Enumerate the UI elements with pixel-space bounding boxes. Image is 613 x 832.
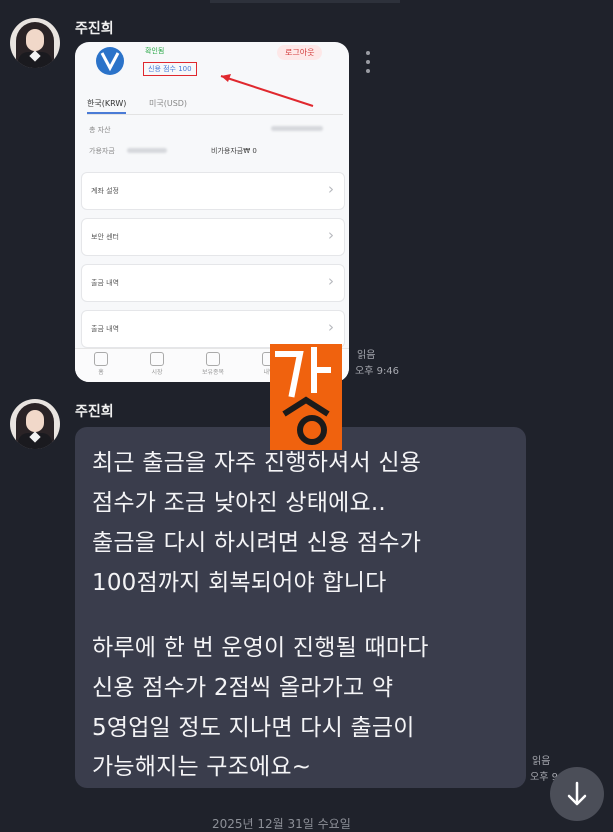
menu-withdraw-history: 출금 내역 › [81, 264, 345, 302]
sender-name: 주진희 [75, 404, 114, 420]
available-funds-label: 가용자금 [89, 147, 115, 155]
sender-name: 주진희 [75, 21, 114, 37]
menu-withdraw-history-2: 출금 내역 › [81, 310, 345, 348]
chevron-right-icon: › [328, 318, 334, 336]
home-icon [94, 352, 108, 366]
arrow-down-icon [567, 781, 587, 806]
currency-tabs: 한국(KRW) 미국(USD) [87, 98, 343, 115]
date-divider: 2025년 12월 31일 수요일 [212, 817, 351, 831]
verified-badge: 확인됨 [145, 47, 165, 55]
message-line: 최근 출금을 자주 진행하셔서 신용 [92, 450, 422, 476]
message-time: 오후 9:46 [355, 366, 400, 377]
chart-icon [150, 352, 164, 366]
message-line: 신용 점수가 2점씩 올라가고 약 [92, 675, 394, 701]
sender-avatar[interactable] [10, 18, 60, 68]
tab-usd: 미국(USD) [149, 99, 188, 108]
non-available-funds: 비가용자금₩ 0 [211, 147, 257, 155]
nav-market: 시장 [137, 352, 177, 376]
chevron-right-icon: › [328, 180, 334, 198]
top-divider [210, 0, 400, 3]
watermark-logo [270, 344, 342, 450]
tab-krw: 한국(KRW) [87, 98, 127, 114]
read-receipt: 읽음 [532, 756, 551, 767]
scroll-to-bottom-button[interactable] [550, 767, 604, 821]
sender-avatar[interactable] [10, 399, 60, 449]
folder-icon [206, 352, 220, 366]
message-line: 100점까지 회복되어야 합니다 [92, 570, 387, 596]
blurred-available [127, 148, 167, 153]
blurred-amount [271, 126, 323, 131]
read-receipt: 읽음 [357, 350, 376, 361]
message-bubble[interactable]: 최근 출금을 자주 진행하셔서 신용 점수가 조금 낮아진 상태에요.. 출금을… [75, 427, 526, 788]
message-line: 점수가 조금 낮아진 상태에요.. [92, 490, 386, 516]
chevron-right-icon: › [328, 272, 334, 290]
message-line: 가능해지는 구조에요~ [92, 754, 312, 780]
nav-holdings: 보유종목 [193, 352, 233, 376]
nav-home: 홈 [81, 352, 121, 376]
more-options-icon[interactable] [362, 51, 374, 81]
chevron-right-icon: › [328, 226, 334, 244]
menu-account-settings: 계좌 설정 › [81, 172, 345, 210]
image-message[interactable]: 확인됨 신용 점수 100 로그아웃 한국(KRW) 미국(USD) 총 자산 … [75, 42, 349, 382]
message-line: 5영업일 정도 지나면 다시 출금이 [92, 715, 415, 741]
app-logo-icon [96, 47, 124, 75]
credit-score-badge: 신용 점수 100 [143, 62, 197, 76]
menu-security-center: 보안 센터 › [81, 218, 345, 256]
total-assets-label: 총 자산 [89, 126, 111, 134]
logout-button: 로그아웃 [277, 45, 323, 60]
message-line: 출금을 다시 하시려면 신용 점수가 [92, 530, 422, 556]
message-line: 하루에 한 번 운영이 진행될 때마다 [92, 635, 429, 661]
